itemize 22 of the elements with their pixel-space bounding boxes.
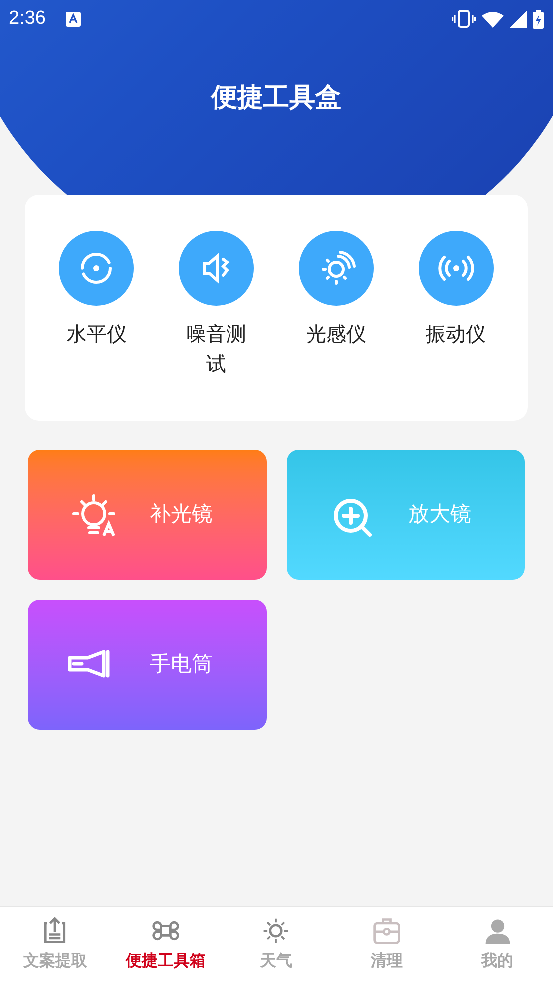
wifi-icon: [482, 10, 504, 28]
tool-label[interactable]: 光感仪: [302, 320, 370, 350]
tool-label[interactable]: 噪音测试: [182, 320, 251, 380]
tool-icon[interactable]: [298, 231, 374, 306]
tool-icon[interactable]: [59, 231, 134, 306]
tool-label[interactable]: 水平仪: [62, 320, 131, 350]
nav-tab[interactable]: 清理: [332, 916, 442, 974]
tool-tile[interactable]: 补光镜: [28, 450, 266, 580]
tool-icon[interactable]: [179, 231, 254, 306]
battery-icon: [533, 10, 544, 28]
status-time: 2:36: [9, 6, 46, 31]
tool-label[interactable]: 振动仪: [422, 320, 490, 350]
tool-icon[interactable]: [418, 231, 494, 306]
page-title: 便捷工具盒: [212, 81, 342, 114]
signal-icon: [510, 10, 527, 28]
nav-icon: [372, 916, 402, 946]
nav-tab[interactable]: 便捷工具箱: [110, 916, 222, 974]
vibrate-icon: [452, 10, 476, 28]
tool-tile[interactable]: 手电筒: [28, 600, 266, 730]
nav-tab[interactable]: 文案提取: [0, 916, 111, 974]
nav-tab[interactable]: 我的: [442, 916, 553, 974]
nav-tab[interactable]: 天气: [221, 916, 332, 974]
